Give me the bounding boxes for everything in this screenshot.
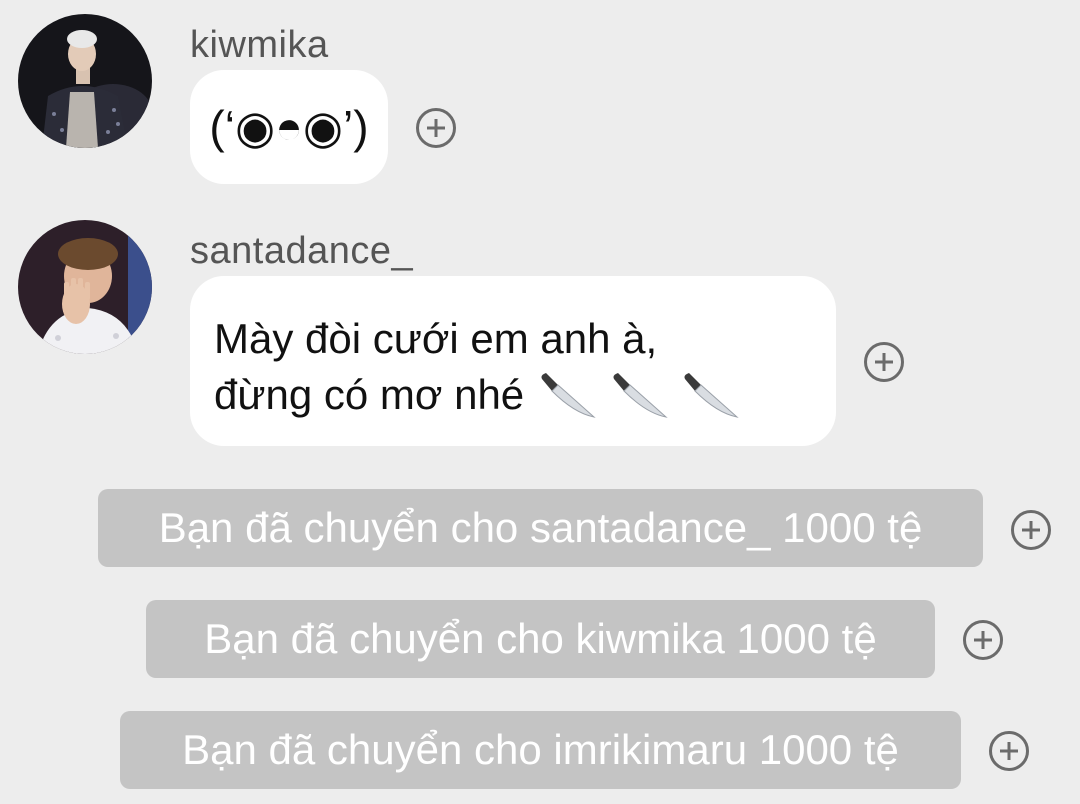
knife-icon [613,373,668,418]
knife-icon [541,373,596,418]
avatar-image [18,14,152,148]
add-reaction-button[interactable] [864,342,904,382]
message-bubble: Mày đòi cưới em anh à, đừng có mơ nhé [190,276,836,446]
message-text-line-2: đừng có mơ nhé [214,367,836,423]
username-kiwmika: kiwmika [190,24,329,66]
knife-icon [684,373,739,418]
message-bubble: (‘◉◓◉’) [190,70,388,184]
add-reaction-button[interactable] [963,620,1003,660]
message-text-line-2-text: đừng có mơ nhé [214,371,525,418]
add-reaction-button[interactable] [416,108,456,148]
transfer-notice[interactable]: Bạn đã chuyển cho kiwmika 1000 tệ [146,600,935,678]
transfer-notice[interactable]: Bạn đã chuyển cho santadance_ 1000 tệ [98,489,983,567]
transfer-notice[interactable]: Bạn đã chuyển cho imrikimaru 1000 tệ [120,711,961,789]
avatar-kiwmika[interactable] [18,14,152,148]
transfer-notice-text: Bạn đã chuyển cho santadance_ 1000 tệ [158,504,923,551]
add-reaction-button[interactable] [989,731,1029,771]
avatar-santadance[interactable] [18,220,152,354]
transfer-notice-text: Bạn đã chuyển cho imrikimaru 1000 tệ [182,726,899,773]
add-reaction-button[interactable] [1011,510,1051,550]
message-text-line-1: Mày đòi cưới em anh à, [214,315,658,362]
transfer-notice-text: Bạn đã chuyển cho kiwmika 1000 tệ [204,615,877,662]
message-text: (‘◉◓◉’) [209,101,369,153]
avatar-image [18,220,152,354]
username-santadance: santadance_ [190,230,414,272]
